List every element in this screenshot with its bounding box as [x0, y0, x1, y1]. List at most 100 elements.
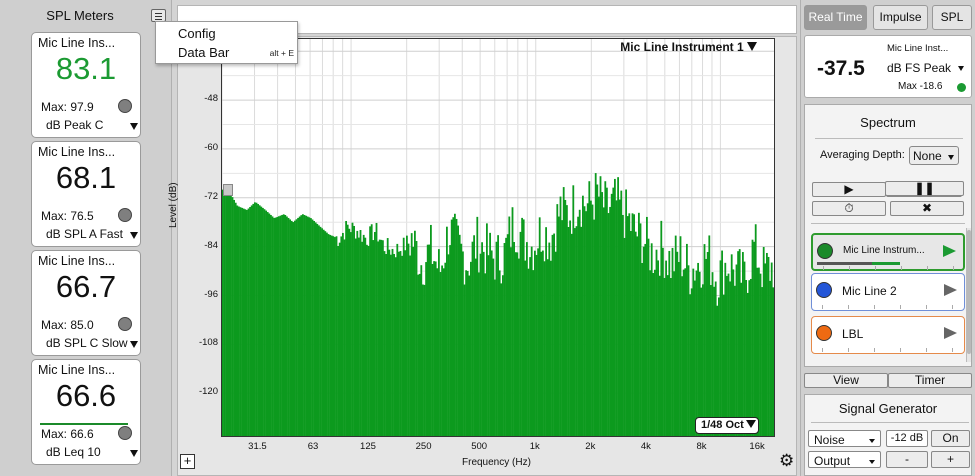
view-button[interactable]: View — [804, 373, 888, 388]
spectrum-bar — [494, 279, 496, 436]
readout-source[interactable]: Mic Line Inst... — [887, 43, 948, 54]
spectrum-bar — [458, 234, 461, 436]
meter-weighting[interactable]: dB SPL A Fast — [46, 227, 123, 241]
pause-button[interactable]: ❚❚ — [885, 181, 964, 196]
generator-level-down[interactable]: - — [886, 451, 928, 468]
resolution-selector[interactable]: 1/48 Oct — [695, 417, 759, 434]
spectrum-bar — [466, 270, 469, 436]
spectrum-bar — [423, 284, 426, 436]
spectrum-bar — [308, 217, 311, 436]
spectrum-bar — [311, 219, 314, 436]
channel-list-scrollbar[interactable] — [966, 228, 971, 362]
meter-weighting[interactable]: dB Leq 10 — [46, 445, 101, 459]
meter-source[interactable]: Mic Line Ins... — [38, 254, 115, 268]
spl-meter-2[interactable]: Mic Line Ins... 68.1 Max: 76.5 dB SPL A Fas… — [31, 141, 141, 247]
spectrum-bar — [537, 248, 539, 436]
menu-item-data-bar[interactable]: Data Bar — [178, 45, 229, 60]
spectrum-bar — [679, 236, 682, 436]
spectrum-bar — [446, 226, 448, 436]
meter-reset-button[interactable] — [118, 99, 132, 113]
signal-generator-section: Signal Generator Noise -12 dB On Output … — [804, 394, 972, 476]
channel-label: Mic Line Instrum... — [843, 245, 925, 256]
spectrum-bar — [657, 260, 659, 436]
spectrum-bar — [650, 243, 653, 436]
spectrum-bar — [230, 194, 232, 436]
tab-spl[interactable]: SPL — [932, 5, 972, 30]
spectrum-bar — [316, 223, 319, 436]
panel-title: SPL Meters — [46, 8, 114, 23]
x-tick-label: 16k — [749, 441, 765, 452]
readout-unit[interactable]: dB FS Peak — [887, 61, 965, 75]
spectrum-bar — [372, 240, 375, 436]
chevron-down-icon — [745, 420, 756, 428]
play-icon[interactable] — [943, 245, 956, 257]
generator-on-button[interactable]: On — [931, 430, 970, 447]
spectrum-bar — [257, 204, 259, 436]
gear-icon[interactable]: ⚙ — [779, 452, 794, 470]
spectrum-bar — [662, 247, 664, 436]
plot-source-selector[interactable]: Mic Line Instrument 1 — [620, 40, 757, 54]
channel-color-indicator[interactable] — [816, 282, 832, 298]
spectrum-bar — [447, 254, 450, 436]
resolution-label: 1/48 Oct — [701, 419, 744, 431]
y-tick-label: -48 — [204, 93, 218, 105]
level-marker-handle[interactable] — [223, 184, 233, 196]
spectrum-bar — [385, 254, 387, 436]
meter-source[interactable]: Mic Line Ins... — [38, 36, 115, 50]
channel-color-indicator[interactable] — [816, 325, 832, 341]
meter-source[interactable]: Mic Line Ins... — [38, 145, 115, 159]
spectrum-bar — [684, 268, 687, 436]
tab-real-time[interactable]: Real Time — [804, 5, 867, 30]
tools-button[interactable]: ✖ — [890, 201, 964, 216]
meter-reset-button[interactable] — [118, 208, 132, 222]
averaging-select[interactable]: None — [909, 146, 959, 165]
spectrum-bar — [369, 226, 371, 436]
spectrum-bar — [729, 281, 731, 436]
generator-type-select[interactable]: Noise — [808, 430, 881, 447]
timer-button[interactable]: ⏱ — [812, 201, 886, 216]
spectrum-bar — [690, 288, 693, 436]
play-icon[interactable] — [944, 327, 957, 339]
spectrum-bar — [482, 251, 485, 436]
meter-weighting[interactable]: dB Peak C — [46, 118, 103, 132]
spectrum-bar — [414, 230, 416, 436]
spectrum-bar — [574, 228, 576, 436]
timer-tab-button[interactable]: Timer — [888, 373, 972, 388]
spectrum-bar — [588, 181, 591, 436]
spectrum-bar — [473, 235, 475, 436]
spl-meter-4[interactable]: Mic Line Ins... 66.6 Max: 66.6 dB Leq 10 — [31, 359, 141, 465]
channel-card-2[interactable]: Mic Line 2 — [811, 273, 965, 311]
channel-card-1[interactable]: Mic Line Instrum... — [811, 233, 965, 271]
tab-impulse[interactable]: Impulse — [873, 5, 928, 30]
spectrum-svg — [222, 39, 774, 436]
plus-icon[interactable]: + — [180, 454, 195, 469]
spectrum-plot[interactable]: Mic Line Instrument 1 — [221, 38, 775, 437]
spectrum-bar — [610, 193, 613, 436]
meter-weighting[interactable]: dB SPL C Slow — [46, 336, 128, 350]
averaging-value: None — [913, 149, 942, 163]
spectrum-bar — [406, 235, 408, 436]
spectrum-bar — [770, 262, 773, 436]
spectrum-bar — [393, 253, 395, 436]
spl-meter-1[interactable]: Mic Line Ins... 83.1 Max: 97.9 dB Peak C — [31, 32, 141, 138]
meter-reset-button[interactable] — [118, 426, 132, 440]
spectrum-bar — [561, 220, 563, 436]
channel-card-3[interactable]: LBL — [811, 316, 965, 354]
generator-level-field[interactable]: -12 dB — [886, 430, 928, 447]
meter-reset-button[interactable] — [118, 317, 132, 331]
spectrum-bar — [649, 270, 651, 436]
generator-output-select[interactable]: Output — [808, 451, 881, 468]
spectrum-bar — [486, 223, 488, 436]
spectrum-bar — [545, 227, 547, 436]
spectrum-bar — [759, 273, 762, 436]
spectrum-bar — [422, 284, 424, 436]
channel-color-indicator[interactable] — [817, 243, 833, 259]
menu-item-config[interactable]: Config — [178, 26, 216, 41]
meter-source[interactable]: Mic Line Ins... — [38, 363, 115, 377]
play-button[interactable]: ▶ — [812, 182, 886, 197]
generator-level-up[interactable]: + — [931, 451, 970, 468]
spectrum-bar — [689, 294, 691, 436]
spl-meter-3[interactable]: Mic Line Ins... 66.7 Max: 85.0 dB SPL C Slo… — [31, 250, 141, 356]
spectrum-bar — [615, 200, 618, 436]
play-icon[interactable] — [944, 284, 957, 296]
